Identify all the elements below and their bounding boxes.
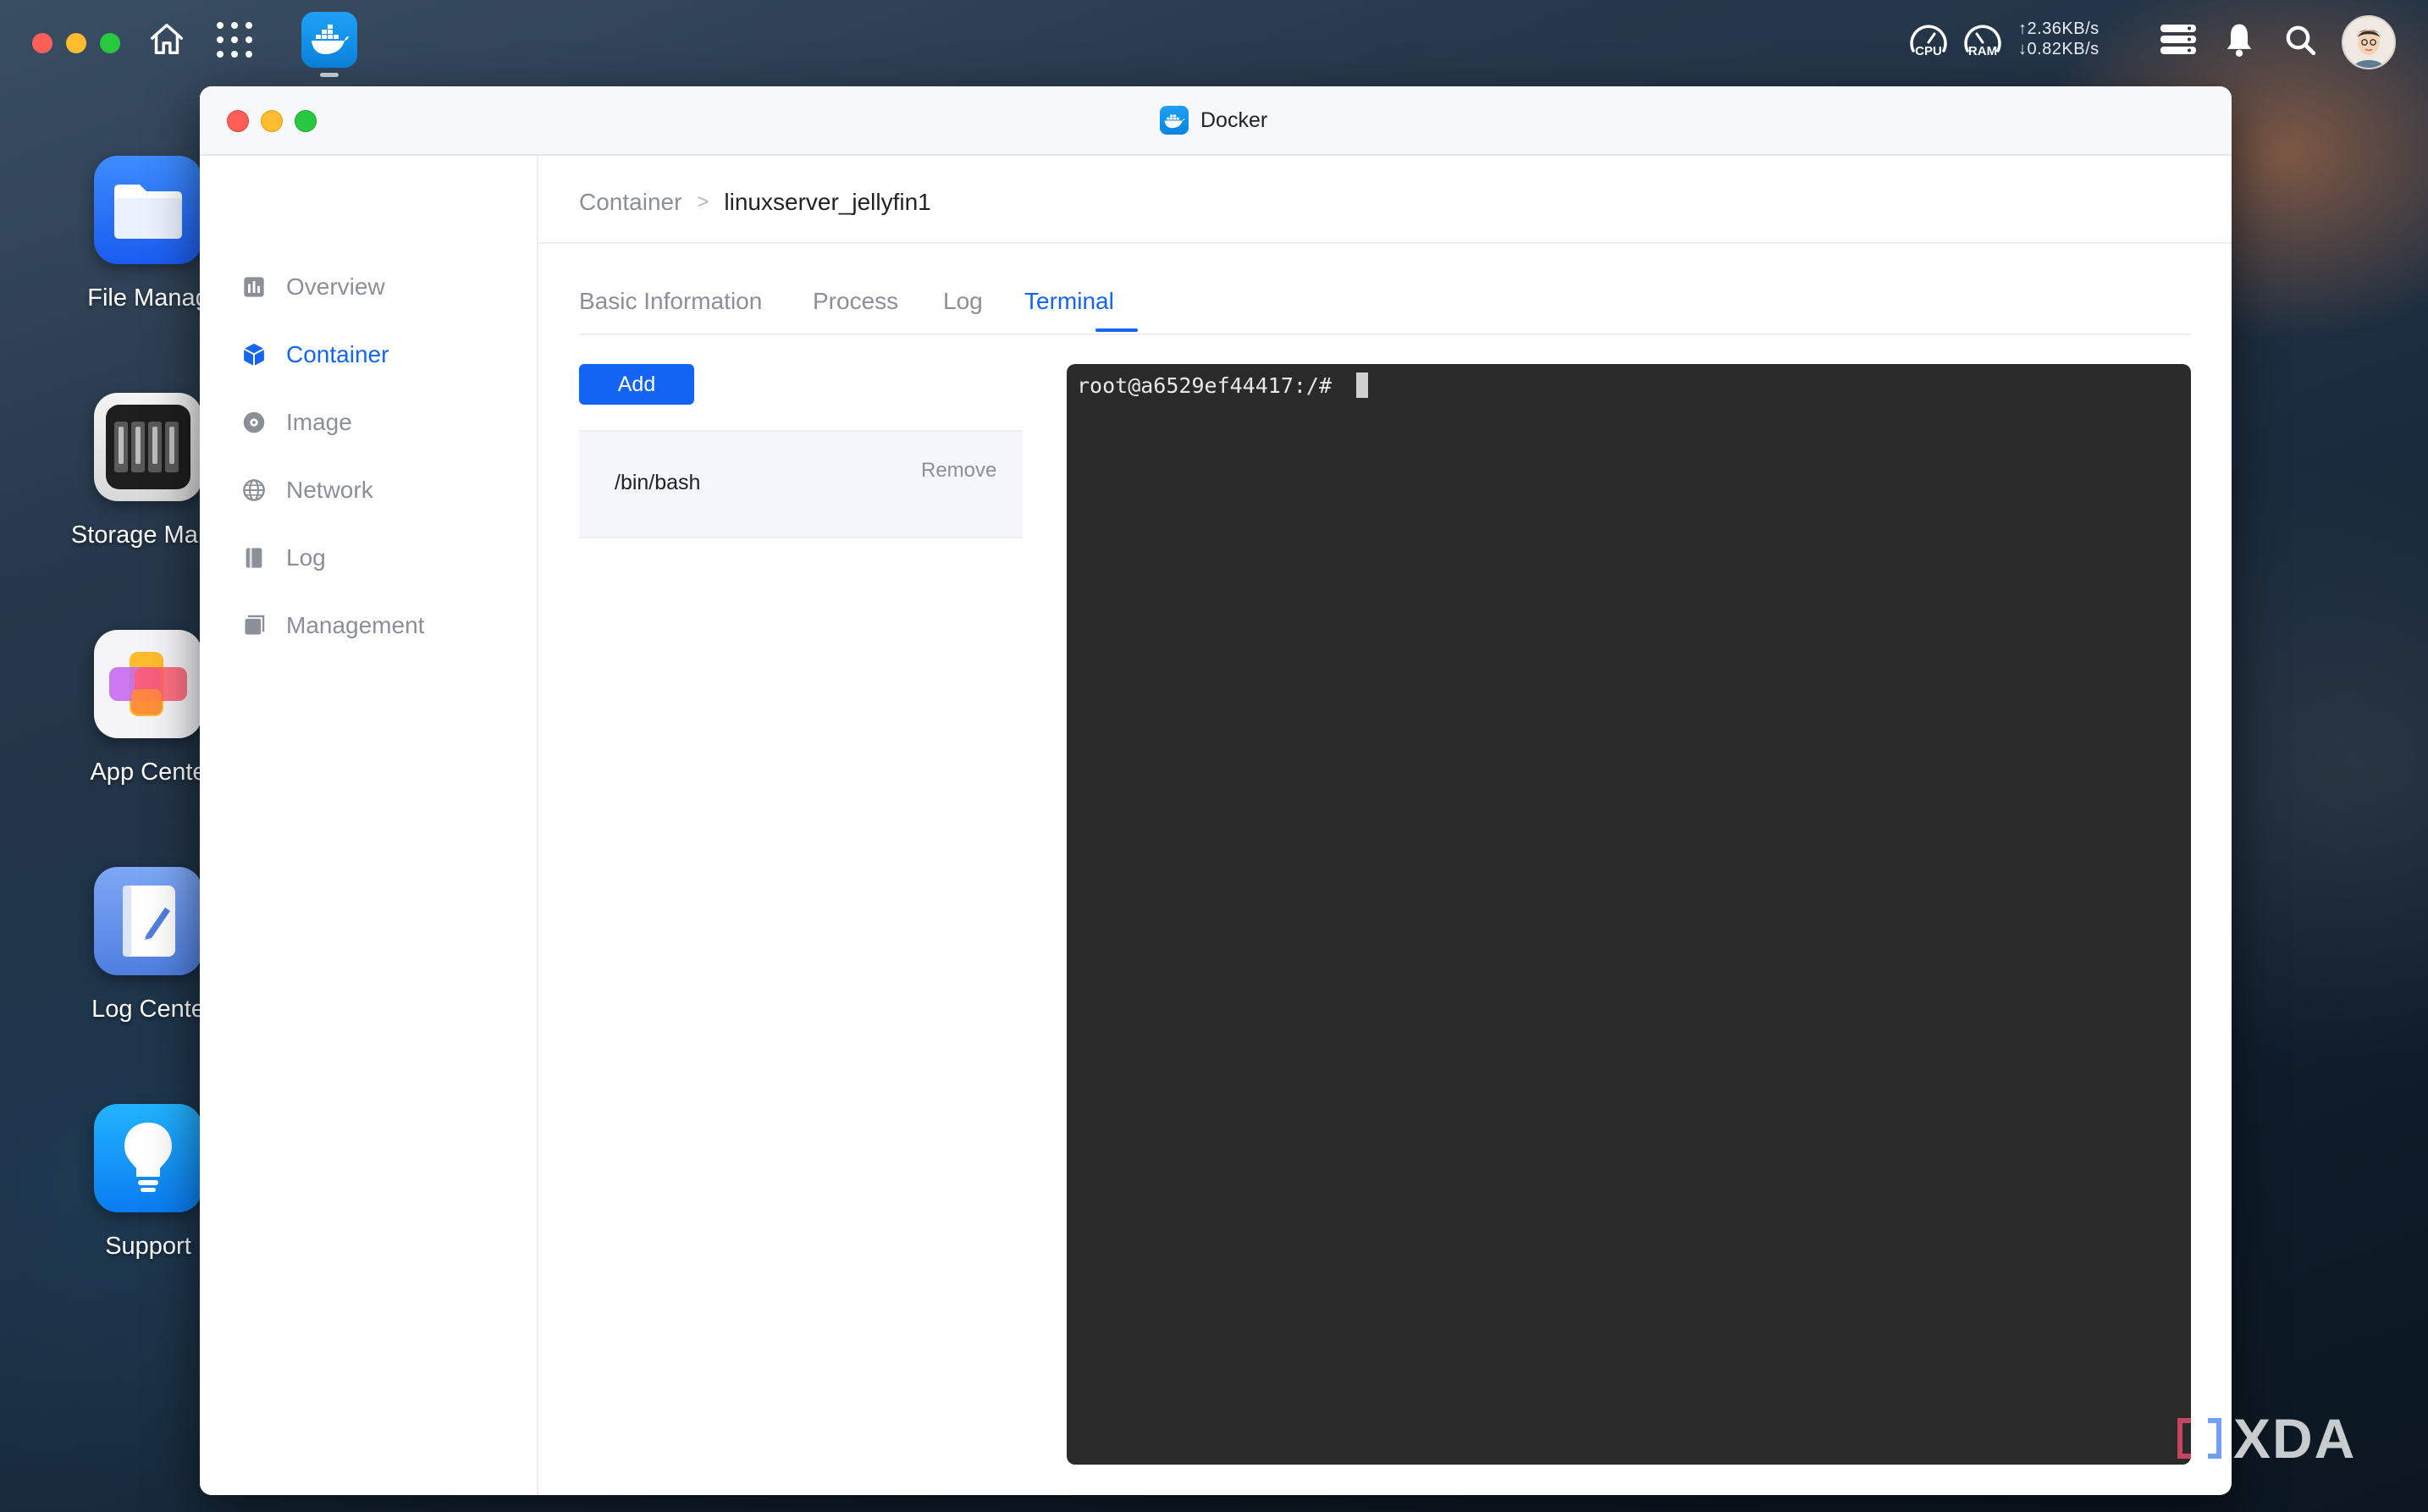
breadcrumb-separator: > [697, 190, 709, 213]
docker-logo-icon [1160, 106, 1189, 135]
upload-rate: ↑2.36KB/s [2018, 19, 2100, 38]
tab-log[interactable]: Log [943, 281, 983, 332]
main-content: Container > linuxserver_jellyfin1 Basic … [538, 156, 2232, 1495]
terminal-console[interactable]: root@a6529ef44417:/# [1067, 364, 2191, 1465]
desktop-minimize-dot[interactable] [66, 33, 86, 53]
terminal-session-row[interactable]: /bin/bash Remove [579, 430, 1023, 538]
window-minimize-button[interactable] [261, 110, 283, 132]
storage-icon[interactable] [94, 393, 202, 501]
sidebar-item-label: Management [286, 612, 425, 638]
cube-icon [240, 341, 268, 368]
session-command: /bin/bash [615, 471, 701, 494]
tab-bar: Basic Information Process Log Terminal [579, 281, 2191, 335]
terminal-cursor [1356, 372, 1369, 398]
breadcrumb-current: linuxserver_jellyfin1 [724, 189, 931, 215]
sidebar: Overview Container Image Network Log Man… [200, 156, 538, 1495]
header-divider [538, 242, 2232, 244]
window-title-text: Docker [1200, 108, 1268, 132]
sidebar-item-image[interactable]: Image [240, 401, 352, 444]
bell-icon[interactable] [2218, 19, 2260, 61]
sidebar-item-label: Network [286, 477, 373, 503]
window-title: Docker [1160, 105, 1267, 135]
log-center-icon[interactable] [94, 867, 202, 975]
desktop-maximize-dot[interactable] [100, 33, 120, 53]
task-manager-icon[interactable] [2157, 19, 2199, 61]
ram-label: RAM [1967, 44, 1998, 58]
sidebar-item-network[interactable]: Network [240, 469, 373, 511]
download-rate: ↓0.82KB/s [2018, 40, 2100, 58]
docker-window: Docker Overview Container Image Network … [200, 86, 2232, 1495]
network-speed[interactable]: ↑2.36KB/s ↓0.82KB/s [2018, 19, 2100, 59]
docker-taskbar-icon[interactable] [301, 12, 357, 68]
home-icon[interactable] [144, 17, 190, 63]
chart-icon [240, 273, 268, 301]
sidebar-item-management[interactable]: Management [240, 604, 424, 647]
breadcrumb: Container > linuxserver_jellyfin1 [579, 181, 931, 223]
app-center-icon[interactable] [94, 630, 202, 738]
sidebar-item-container[interactable]: Container [240, 334, 389, 376]
app-grid-icon[interactable] [213, 19, 256, 61]
tab-basic-information[interactable]: Basic Information [579, 281, 762, 332]
remove-session-button[interactable]: Remove [921, 457, 997, 484]
window-titlebar[interactable]: Docker [200, 86, 2232, 156]
user-avatar[interactable] [2342, 15, 2396, 69]
sidebar-item-label: Image [286, 409, 352, 435]
lightbulb-icon[interactable] [94, 1104, 202, 1212]
xda-watermark: XDA [2172, 1407, 2357, 1470]
disc-icon [240, 409, 268, 436]
window-close-button[interactable] [227, 110, 249, 132]
sidebar-item-overview[interactable]: Overview [240, 266, 385, 308]
terminal-prompt: root@a6529ef44417:/# [1077, 372, 1345, 398]
sidebar-item-label: Container [286, 341, 389, 367]
stack-icon [240, 612, 268, 639]
watermark-text: XDA [2233, 1407, 2357, 1470]
breadcrumb-container-link[interactable]: Container [579, 189, 681, 216]
tab-terminal[interactable]: Terminal [1024, 281, 1114, 332]
desktop-close-dot[interactable] [32, 33, 52, 53]
add-button[interactable]: Add [579, 364, 694, 405]
folder-icon[interactable] [94, 156, 202, 264]
xda-logo-icon [2177, 1418, 2221, 1459]
system-top-bar: CPU RAM ↑2.36KB/s ↓0.82KB/s [0, 0, 2428, 81]
sidebar-item-label: Log [286, 544, 326, 571]
active-app-indicator [320, 73, 339, 77]
terminal-prompt-line: root@a6529ef44417:/# [1077, 372, 1369, 398]
search-icon[interactable] [2279, 19, 2321, 61]
globe-icon [240, 477, 268, 504]
cpu-label: CPU [1915, 44, 1942, 58]
tab-process[interactable]: Process [813, 281, 898, 332]
book-icon [240, 544, 268, 571]
sidebar-item-log[interactable]: Log [240, 537, 326, 579]
active-tab-indicator [1095, 328, 1138, 332]
window-maximize-button[interactable] [295, 110, 317, 132]
sidebar-item-label: Overview [286, 273, 385, 300]
